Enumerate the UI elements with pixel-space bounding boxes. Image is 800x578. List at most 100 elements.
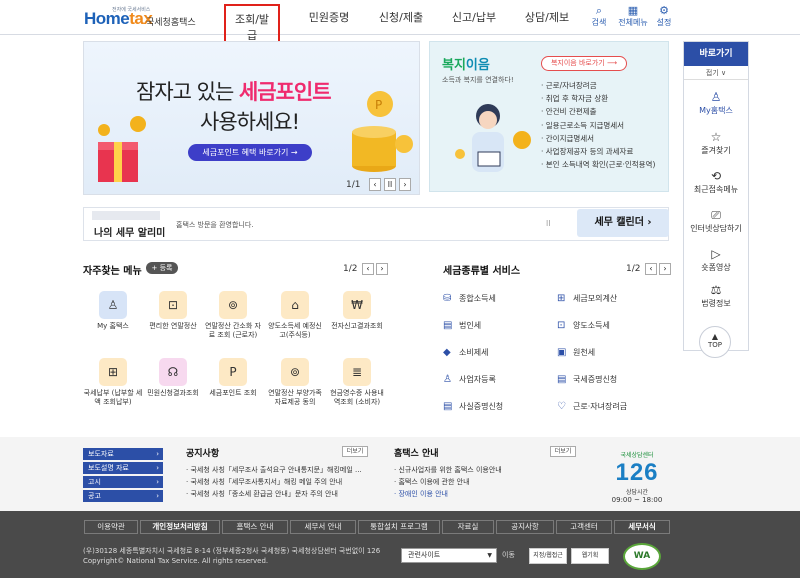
frequent-next-button[interactable]: › [376,263,388,275]
all-menu-button[interactable]: ▦ 전체메뉴 [615,4,651,28]
banner-next-button[interactable]: › [399,178,411,191]
tile-label: 전자신고결과조회 [331,322,383,330]
welfare-go-button[interactable]: 복지이음 바로가기 ⟶ [541,56,627,71]
announcement-button[interactable]: 공고 [83,490,163,502]
footer-office-guide[interactable]: 세무서 안내 [290,520,356,534]
welfare-item[interactable]: · 일용근로소득 지급명세서 [541,119,655,132]
footer-notices[interactable]: 공지사항 [496,520,554,534]
rail-label: My홈택스 [699,106,733,115]
guide-list: · 신규사업자를 위한 홈택스 이용안내 · 홈택스 이용에 관한 안내 · 장… [394,464,502,500]
tax-income[interactable]: ⛁ 종합소득세 [443,293,496,304]
tile-simplified-data[interactable]: ⊚ 연말정산 간소화 자료 조회 (근로자) [203,291,263,340]
welfare-link-panel: 복지이음 소득과 복지를 연결하다! 복지이음 바로가기 ⟶ · 근로/자녀장려… [429,41,669,192]
footer-customer-center[interactable]: 고객센터 [556,520,612,534]
consult-hours-label: 상담시간 [625,489,649,496]
tax-services-next-button[interactable]: › [659,263,671,275]
tax-business-registration[interactable]: ♙ 사업자등록 [443,374,496,385]
footer-data-room[interactable]: 자료실 [442,520,494,534]
welfare-item[interactable]: · 취업 후 학자금 상환 [541,92,655,105]
banner-prev-button[interactable]: ‹ [369,178,381,191]
tax-point-benefit-button[interactable]: 세금포인트 혜택 바로가기 → [188,144,312,161]
notice-item[interactable]: · 국세청 사칭「종소세 환급금 안내」문자 주의 안내 [186,488,362,500]
tile-easy-settlement[interactable]: ⊡ 편리한 연말정산 [143,291,203,331]
welfare-item[interactable]: · 본인 소득내역 확인(근로·인적용역) [541,158,655,171]
nav-apply-submit[interactable]: 신청/제출 [376,9,426,25]
quick-links-collapse[interactable]: 접기 ∨ [684,66,748,80]
tile-my-hometax[interactable]: ♙ My 홈택스 [83,291,143,331]
tile-tax-payment[interactable]: ⊞ 국세납부 (납부할 세액 조회납부) [83,358,143,407]
call-center-126[interactable]: 국세상담센터 126 상담시간 09:00 ~ 18:00 [606,450,668,508]
user-name-placeholder [92,211,160,220]
rail-favorites[interactable]: ☆ 즐겨찾기 [684,130,748,156]
tax-point-banner[interactable]: P 잠자고 있는 세금포인트 사용하세요! 세금포인트 혜택 바로가기 → 1/… [83,41,420,195]
tax-fact-certificate[interactable]: ▤ 사실증명신청 [443,401,503,412]
guide-item[interactable]: · 장애인 이용 안내 [394,488,502,500]
welfare-item[interactable]: · 사업장제공자 등의 과세자료 [541,145,655,158]
tax-payment-icon: ⊞ [99,358,127,386]
rail-my-hometax[interactable]: ♙ My홈택스 [684,90,748,116]
guide-more-button[interactable]: 더보기 [550,446,576,457]
tile-label: 민원신청결과조회 [147,389,199,397]
welfare-item[interactable]: · 간이지급명세서 [541,132,655,145]
press-release-button[interactable]: 보도자료 [83,448,163,460]
tax-simulation[interactable]: ⊞ 세금모의계산 [557,293,617,304]
welfare-item[interactable]: · 근로/자녀장려금 [541,79,655,92]
hometax-logo[interactable]: 전자에 국세서비스 Hometax 국세청홈택스 [84,6,224,28]
tile-tax-point[interactable]: P 세금포인트 조회 [203,358,263,398]
tile-label: 현금영수증 사용내역조회 (소비자) [330,389,384,406]
notification-button[interactable]: 고시 [83,476,163,488]
footer-tax-forms[interactable]: 세무서식 [614,520,670,534]
consult-hours: 09:00 ~ 18:00 [611,496,663,504]
nav-file-pay[interactable]: 신고/납부 [449,9,499,25]
tax-label: 법인세 [459,321,482,330]
footer-hometax-guide[interactable]: 홈택스 안내 [222,520,288,534]
welfare-item[interactable]: · 안건비 간편제출 [541,105,655,118]
press-explanation-button[interactable]: 보도설명 자료 [83,462,163,474]
tax-calendar-button[interactable]: 세무 캘린더 › [577,209,669,237]
rail-recent-menu[interactable]: ⟲ 최근접속메뉴 [684,169,748,195]
notice-item[interactable]: · 국세청 사칭「세무조사통지서」해킹 메일 주의 안내 [186,476,362,488]
simple-data-icon: ⊚ [219,291,247,319]
notifier-pause-button[interactable]: ll [546,219,550,228]
tax-transfer[interactable]: ⊡ 양도소득세 [557,320,610,331]
fact-cert-icon: ▤ [443,401,453,412]
footer-install-program[interactable]: 통합설치 프로그램 [358,520,440,534]
tax-certificate[interactable]: ▤ 국세증명신청 [557,374,617,385]
footer-terms[interactable]: 이용약관 [84,520,138,534]
nav-consult-report[interactable]: 상담/제보 [522,9,572,25]
add-frequent-button[interactable]: + 등록 [146,262,178,274]
house-icon: ⌂ [281,291,309,319]
rail-online-consult[interactable]: ⎚ 인터넷상담하기 [684,208,748,234]
banner-pause-button[interactable]: ll [384,178,396,191]
tile-dependent-consent[interactable]: ⊚ 연말정산 부양가족 자료제공 동의 [265,358,325,407]
tax-corporate[interactable]: ▤ 법인세 [443,320,481,331]
call-center-number: 126 [615,459,659,486]
notice-item[interactable]: · 국세청 사칭「세무조사 출석요구 안내통지문」해킹메일 ... [186,464,362,476]
settings-button[interactable]: ⚙ 설정 [649,4,679,28]
guide-text: 홈택스 이용에 관한 안내 [398,478,470,486]
scroll-top-button[interactable]: ▲ TOP [699,326,731,358]
guide-item[interactable]: · 홈택스 이용에 관한 안내 [394,476,502,488]
related-sites-go-button[interactable]: 이동 [502,550,515,560]
tax-excise[interactable]: ◆ 소비제세 [443,347,488,358]
tax-earned-income-credit[interactable]: ♡ 근로·자녀장려금 [557,401,627,412]
search-button[interactable]: ⌕ 검색 [584,4,614,28]
tax-withholding[interactable]: ▣ 원천세 [557,347,595,358]
tile-label: 연말정산 간소화 자료 조회 (근로자) [205,322,261,339]
tile-transfer-tax[interactable]: ⌂ 양도소득세 예정신고(주식등) [265,291,325,340]
notice-more-button[interactable]: 더보기 [342,446,368,457]
guide-item[interactable]: · 신규사업자를 위한 홈택스 이용안내 [394,464,502,476]
tile-civil-result[interactable]: ☊ 민원신청결과조회 [143,358,203,398]
related-sites-select[interactable]: 관련사이트 ▼ [401,548,497,563]
tile-cash-receipt[interactable]: ≣ 현금영수증 사용내역조회 (소비자) [327,358,387,407]
rail-shortform-video[interactable]: ▷ 숏폼영상 [684,247,748,273]
calculator-icon: ⊞ [557,293,566,304]
rail-law-info[interactable]: ⚖ 법령정보 [684,283,748,309]
transfer-tax-icon: ⊡ [557,320,566,331]
call-center-label: 국세상담센터 [620,452,654,459]
frequent-prev-button[interactable]: ‹ [362,263,374,275]
tax-services-prev-button[interactable]: ‹ [645,263,657,275]
tile-e-filing-result[interactable]: ₩ 전자신고결과조회 [327,291,387,331]
footer-privacy[interactable]: 개인정보처리방침 [140,520,220,534]
nav-civil-certificates[interactable]: 민원증명 [304,9,354,25]
